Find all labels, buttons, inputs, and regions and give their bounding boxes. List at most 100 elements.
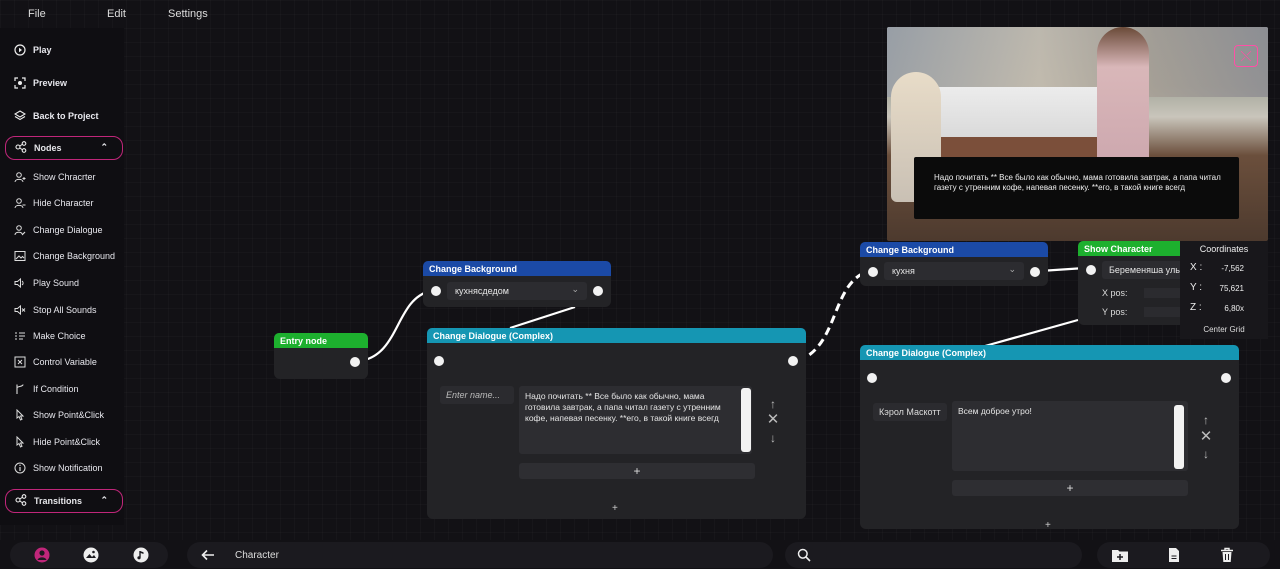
nodes-section-header[interactable]: Nodes ⌃ xyxy=(5,136,123,160)
background-select-value: кухнясдедом xyxy=(455,286,509,296)
sidebar-item-label: Show Point&Click xyxy=(33,410,105,420)
character-name-input[interactable]: Кэрол Маскотт xyxy=(873,403,947,421)
change-dialogue-title: Change Dialogue (Complex) xyxy=(427,328,806,343)
entry-node[interactable]: Entry node xyxy=(274,333,368,379)
menu-settings[interactable]: Settings xyxy=(168,8,208,20)
y-pos-input[interactable] xyxy=(1144,307,1182,317)
connection-wire xyxy=(797,269,869,363)
sidebar-back-to-project[interactable]: Back to Project xyxy=(14,110,99,122)
change-dialogue-node[interactable]: Change Dialogue (Complex) Enter name... … xyxy=(427,328,806,519)
sound-icon xyxy=(14,277,26,289)
dialogue-text: Надо почитать ** Все было как обычно, ма… xyxy=(525,391,721,423)
show-character-node[interactable]: Show Character Беременяша уль X pos: Y p… xyxy=(1078,241,1182,325)
entry-output-port[interactable] xyxy=(350,357,360,367)
sidebar: Play Preview Back to Project Nodes ⌃ Sho… xyxy=(0,28,124,525)
change-dialogue-node[interactable]: Change Dialogue (Complex) Кэрол Маскотт … xyxy=(860,345,1239,531)
dialogue-output-port[interactable] xyxy=(788,356,798,366)
info-icon xyxy=(14,462,26,474)
background-tab-icon[interactable] xyxy=(82,546,100,564)
chevron-down-icon: ⌄ xyxy=(571,284,579,294)
sidebar-item-control-variable[interactable]: Control Variable xyxy=(14,356,97,368)
change-background-node[interactable]: Change Background кухнясдедом ⌄ xyxy=(423,261,611,307)
center-grid-button[interactable]: Center Grid xyxy=(1180,325,1268,334)
nodes-icon xyxy=(15,141,27,155)
arrow-down-icon[interactable]: ↓ xyxy=(766,431,780,445)
background-select[interactable]: кухня ⌄ xyxy=(884,262,1024,280)
remove-icon[interactable]: ✕ xyxy=(766,412,780,427)
character-select[interactable]: Беременяша уль xyxy=(1102,261,1182,279)
dialogue-text-area[interactable]: Всем доброе утро! xyxy=(952,401,1188,471)
back-arrow-icon[interactable] xyxy=(199,546,217,564)
sidebar-item-change-dialogue[interactable]: Change Dialogue xyxy=(14,224,103,236)
background-output-port[interactable] xyxy=(593,286,603,296)
search-bar[interactable] xyxy=(785,542,1082,568)
dialogue-input-port[interactable] xyxy=(867,373,877,383)
sidebar-item-hide-point-click[interactable]: Hide Point&Click xyxy=(14,436,100,448)
dialogue-text-area[interactable]: Надо почитать ** Все было как обычно, ма… xyxy=(519,386,752,454)
change-dialogue-title: Change Dialogue (Complex) xyxy=(860,345,1239,360)
add-line-button[interactable]: + xyxy=(519,463,755,479)
arrow-up-icon[interactable]: ↑ xyxy=(766,397,780,411)
character-name-input[interactable]: Enter name... xyxy=(440,386,514,404)
dialogue-text: Всем доброе утро! xyxy=(958,406,1032,416)
show-character-title: Show Character xyxy=(1078,241,1182,256)
dialogue-scrollbar[interactable] xyxy=(741,388,751,452)
sidebar-item-hide-character[interactable]: Hide Character xyxy=(14,197,94,209)
x-pos-label: X pos: xyxy=(1102,288,1128,298)
collapse-icon[interactable]: ⤬ xyxy=(1234,45,1258,67)
breadcrumb-bar: Character xyxy=(187,542,773,568)
sidebar-item-make-choice[interactable]: Make Choice xyxy=(14,330,86,342)
sidebar-item-label: Make Choice xyxy=(33,331,86,341)
background-input-port[interactable] xyxy=(868,267,878,277)
sidebar-item-label: Change Dialogue xyxy=(33,225,103,235)
user-edit-icon xyxy=(14,224,26,236)
add-dialogue-button[interactable]: + xyxy=(1045,520,1051,531)
change-background-node[interactable]: Change Background кухня ⌄ xyxy=(860,242,1048,286)
bottom-toolbar: Character xyxy=(0,540,1280,569)
character-input-port[interactable] xyxy=(1086,265,1096,275)
remove-icon[interactable]: ✕ xyxy=(1199,429,1213,444)
x-pos-input[interactable] xyxy=(1144,288,1182,298)
transitions-section-header[interactable]: Transitions ⌃ xyxy=(5,489,123,513)
background-select[interactable]: кухнясдедом ⌄ xyxy=(447,282,587,300)
dialogue-input-port[interactable] xyxy=(434,356,444,366)
asset-tabs xyxy=(10,542,168,568)
sidebar-item-show-notification[interactable]: Show Notification xyxy=(14,462,103,474)
x-value[interactable]: -7,562 xyxy=(1221,264,1244,273)
sidebar-item-show-point-click[interactable]: Show Point&Click xyxy=(14,409,104,421)
user-minus-icon xyxy=(14,197,26,209)
menu-file[interactable]: File xyxy=(28,8,46,20)
sidebar-preview-label: Preview xyxy=(33,78,68,88)
dialogue-output-port[interactable] xyxy=(1221,373,1231,383)
play-icon xyxy=(14,44,26,56)
sidebar-play[interactable]: Play xyxy=(14,44,52,56)
add-dialogue-button[interactable]: + xyxy=(612,503,618,514)
sidebar-item-change-background[interactable]: Change Background xyxy=(14,250,115,262)
dialogue-scrollbar[interactable] xyxy=(1174,405,1184,469)
trash-icon[interactable] xyxy=(1218,546,1236,564)
add-line-button[interactable]: + xyxy=(952,480,1188,496)
menu-edit[interactable]: Edit xyxy=(107,8,126,20)
sidebar-item-stop-all-sounds[interactable]: Stop All Sounds xyxy=(14,304,97,316)
new-folder-icon[interactable] xyxy=(1111,546,1129,564)
sidebar-item-label: Play Sound xyxy=(33,278,80,288)
music-tab-icon[interactable] xyxy=(132,546,150,564)
arrow-up-icon[interactable]: ↑ xyxy=(1199,413,1213,427)
x-label: X : xyxy=(1190,262,1203,273)
z-value[interactable]: 6,80x xyxy=(1224,304,1244,313)
sidebar-item-show-character[interactable]: Show Chracrter xyxy=(14,171,96,183)
character-tab-icon[interactable] xyxy=(33,546,51,564)
sidebar-item-if-condition[interactable]: If Condition xyxy=(14,383,79,395)
sidebar-item-play-sound[interactable]: Play Sound xyxy=(14,277,79,289)
image-icon xyxy=(14,250,26,262)
background-input-port[interactable] xyxy=(431,286,441,296)
sidebar-preview[interactable]: Preview xyxy=(14,77,67,89)
y-value[interactable]: 75,621 xyxy=(1220,284,1244,293)
sidebar-item-label: Show Notification xyxy=(33,463,103,473)
connection-wire xyxy=(359,289,431,363)
new-file-icon[interactable] xyxy=(1165,546,1183,564)
arrow-down-icon[interactable]: ↓ xyxy=(1199,447,1213,461)
branch-icon xyxy=(14,383,26,395)
background-output-port[interactable] xyxy=(1030,267,1040,277)
sidebar-back-label: Back to Project xyxy=(33,111,99,121)
